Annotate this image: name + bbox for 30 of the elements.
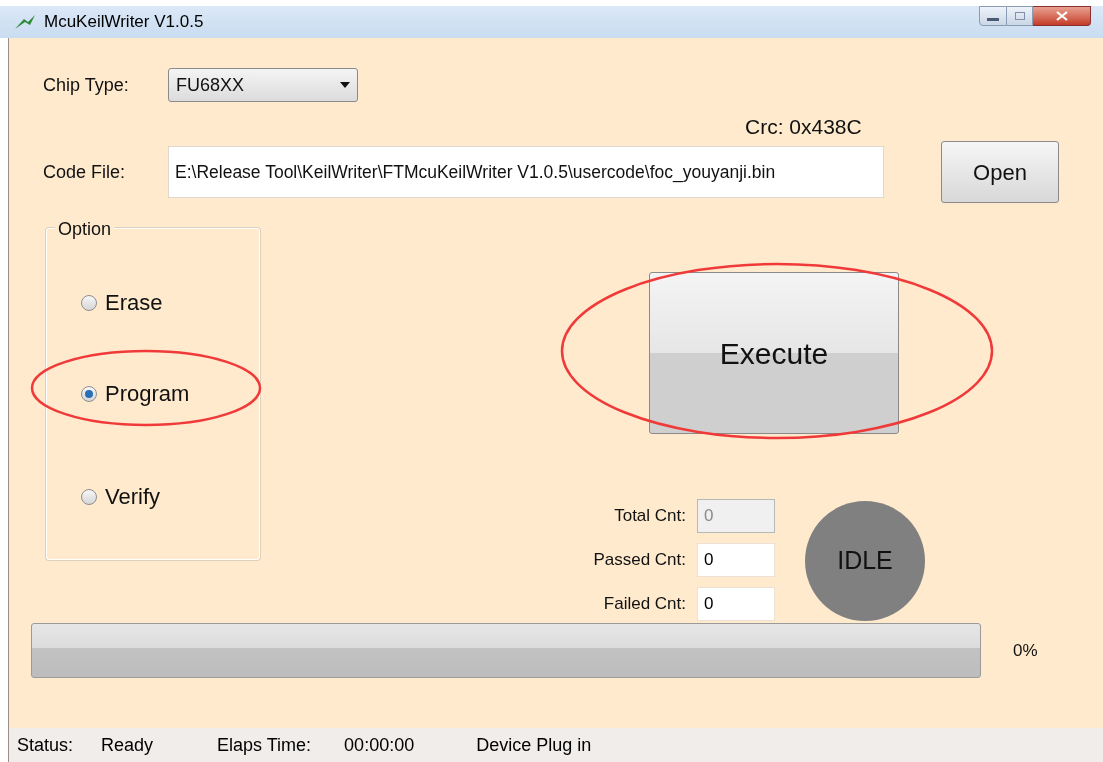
open-button[interactable]: Open (941, 141, 1059, 203)
chip-type-label: Chip Type: (43, 73, 130, 97)
crc-value: Crc: 0x438C (745, 113, 862, 140)
dropdown-arrow-icon (340, 82, 350, 88)
close-button[interactable] (1033, 6, 1091, 26)
status-label: Device Plug in (476, 733, 592, 757)
close-icon (1055, 11, 1068, 21)
chip-type-dropdown[interactable]: FU68XX (168, 68, 358, 102)
counter-field[interactable]: 0 (697, 587, 775, 621)
code-file-label: Code File: (43, 160, 127, 184)
state-indicator: IDLE (805, 501, 925, 621)
status-value: Ready (101, 733, 154, 757)
code-file-field[interactable]: E:\Release Tool\KeilWriter\FTMcuKeilWriter V1.0.5\usercode\foc_youyanji.bin (168, 146, 884, 198)
window-title: McuKeilWriter V1.0.5 (44, 11, 204, 34)
status-value: 00:00:00 (344, 733, 415, 757)
minimize-button[interactable] (979, 6, 1007, 26)
status-label: Status: (17, 733, 74, 757)
option-radio[interactable]: Erase (81, 286, 259, 319)
status-label: Elaps Time: (217, 733, 312, 757)
counter-label: Failed Cnt: (602, 593, 686, 616)
maximize-icon (1014, 12, 1025, 20)
counter-field: 0 (697, 499, 775, 533)
counter-field[interactable]: 0 (697, 543, 775, 577)
maximize-button[interactable] (1007, 6, 1033, 26)
counter-label: Passed Cnt: (592, 549, 686, 572)
counter-label: Total Cnt: (613, 505, 686, 528)
minimize-icon (987, 18, 999, 21)
execute-button[interactable]: Execute (649, 272, 899, 434)
option-radio[interactable]: Verify (81, 480, 259, 513)
progress-percent: 0% (1013, 639, 1038, 662)
